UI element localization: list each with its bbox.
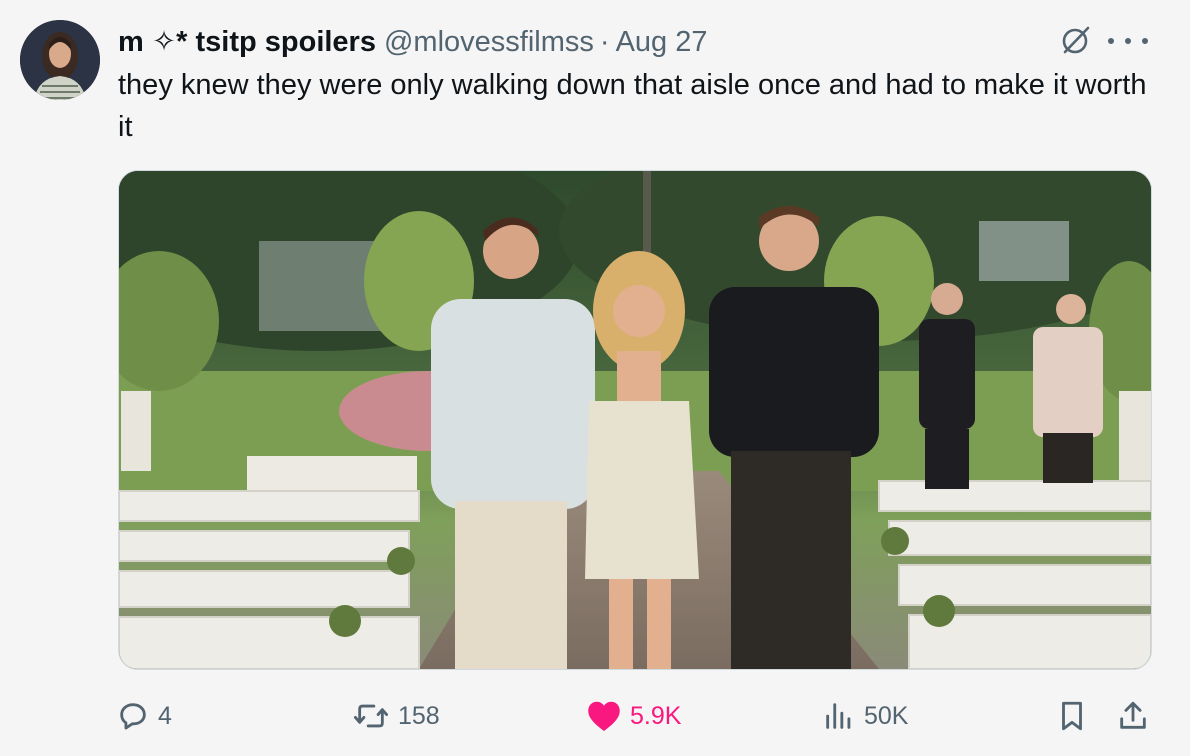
views-icon xyxy=(826,703,851,729)
share-icon xyxy=(1120,701,1146,729)
like-button[interactable]: 5.9K xyxy=(586,690,681,742)
share-button[interactable] xyxy=(1116,690,1158,742)
avatar[interactable] xyxy=(20,20,100,100)
reply-button[interactable]: 4 xyxy=(116,690,172,742)
bookmark-icon xyxy=(1062,701,1082,731)
repost-button[interactable]: 158 xyxy=(352,690,440,742)
avatar-image xyxy=(20,20,100,100)
user-handle[interactable]: @mlovessfilmss xyxy=(384,25,594,59)
views-count: 50K xyxy=(864,701,909,730)
grok-icon[interactable] xyxy=(1058,22,1094,58)
header-separator: · xyxy=(599,26,610,58)
tweet-header: m ✧* tsitp spoilers @mlovessfilmss · Aug… xyxy=(118,24,1150,60)
bookmark-button[interactable] xyxy=(1056,690,1096,742)
repost-icon xyxy=(353,704,388,728)
display-name[interactable]: m ✧* tsitp spoilers xyxy=(118,25,376,59)
photo-image xyxy=(119,171,1151,669)
tweet-date[interactable]: Aug 27 xyxy=(616,25,708,59)
views-button[interactable]: 50K xyxy=(822,690,908,742)
repost-count: 158 xyxy=(398,701,440,730)
more-icon[interactable] xyxy=(1108,26,1148,56)
action-bar: 4 158 5.9K 50K xyxy=(0,690,1190,742)
reply-count: 4 xyxy=(158,701,172,730)
like-count: 5.9K xyxy=(630,701,682,730)
reply-icon xyxy=(120,703,146,730)
tweet-media[interactable] xyxy=(118,170,1152,670)
heart-icon xyxy=(588,701,620,731)
tweet-text: they knew they were only walking down th… xyxy=(118,69,1147,143)
